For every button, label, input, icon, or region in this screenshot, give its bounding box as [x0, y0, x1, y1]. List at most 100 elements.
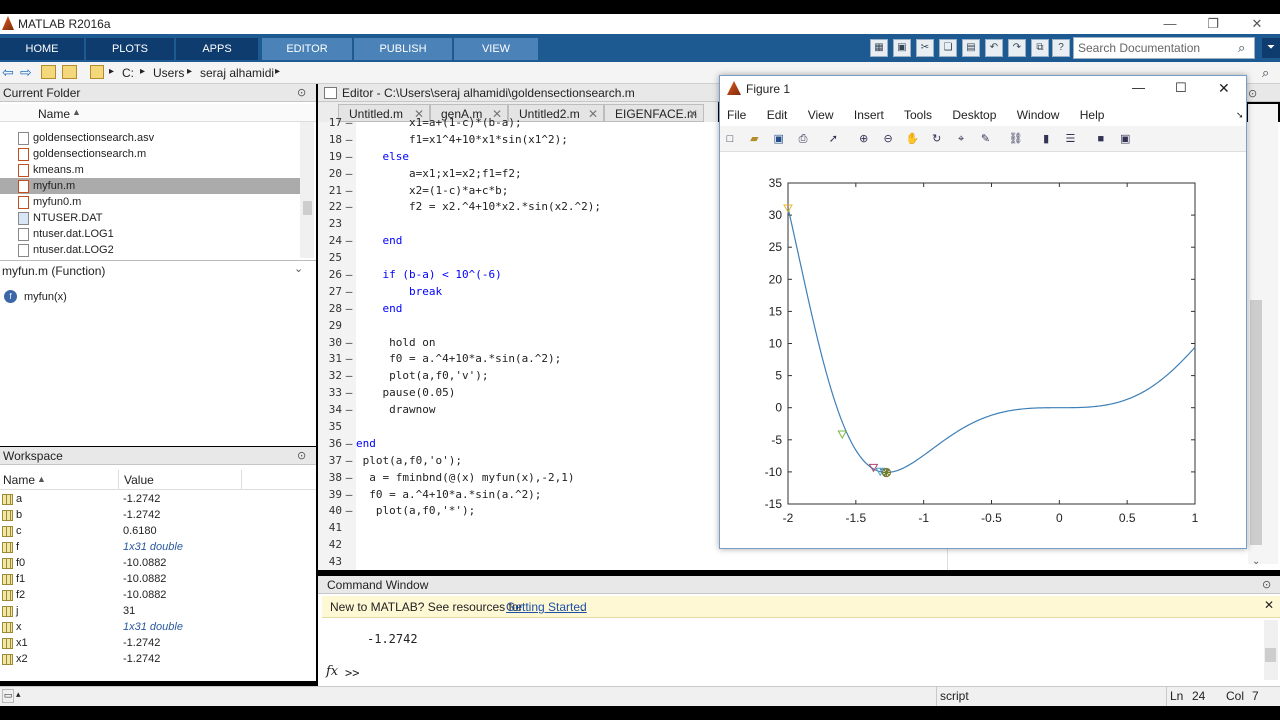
code-line[interactable]: 37– plot(a,f0,'o'); [320, 453, 720, 470]
workspace-row[interactable]: x 1x31 double [0, 619, 300, 635]
browse-folder-icon[interactable] [62, 65, 77, 79]
tab-view[interactable]: VIEW [454, 38, 538, 60]
workspace-row[interactable]: b -1.2742 [0, 507, 300, 523]
status-icon[interactable]: ▭ [2, 689, 14, 703]
menu-help[interactable]: Help [1080, 108, 1105, 122]
breakpoint-marker[interactable]: – [342, 470, 356, 487]
new-figure-icon[interactable]: □ [722, 131, 738, 147]
command-scroll-thumb[interactable] [1265, 648, 1276, 662]
workspace-row[interactable]: x2 -1.2742 [0, 651, 300, 667]
dock-icon[interactable]: ➘ [1236, 110, 1244, 121]
file-item[interactable]: goldensectionsearch.asv [0, 130, 300, 146]
breakpoint-marker[interactable]: – [342, 385, 356, 402]
show-tools-icon[interactable]: ▣ [1117, 131, 1133, 147]
search-icon[interactable]: ⌕ [1238, 40, 1245, 56]
code-line[interactable]: 27– break [320, 284, 720, 301]
breakpoint-marker[interactable]: – [342, 149, 356, 166]
code-line[interactable]: 32– plot(a,f0,'v'); [320, 368, 720, 385]
maximize-icon[interactable]: ❐ [1198, 14, 1228, 34]
file-item-selected[interactable]: myfun.m [0, 178, 300, 194]
getting-started-link[interactable]: Getting Started [506, 600, 587, 614]
switch-windows-icon[interactable]: ⧉ [1031, 39, 1049, 57]
breakpoint-marker[interactable]: – [342, 267, 356, 284]
workspace-row[interactable]: f0 -10.0882 [0, 555, 300, 571]
tab-apps[interactable]: APPS [176, 38, 258, 60]
code-line[interactable]: 22– f2 = x2.^4+10*x2.*sin(x2.^2); [320, 199, 720, 216]
code-line[interactable]: 38– a = fminbnd(@(x) myfun(x),-2,1) [320, 470, 720, 487]
breakpoint-marker[interactable]: – [342, 132, 356, 149]
breadcrumb-users[interactable]: Users [153, 66, 184, 80]
menu-file[interactable]: File [727, 108, 746, 122]
breakpoint-marker[interactable]: – [342, 183, 356, 200]
file-item[interactable]: goldensectionsearch.m [0, 146, 300, 162]
code-line[interactable]: 33– pause(0.05) [320, 385, 720, 402]
workspace-row[interactable]: c 0.6180 [0, 523, 300, 539]
code-line[interactable]: 21– x2=(1-c)*a+c*b; [320, 183, 720, 200]
tab-editor[interactable]: EDITOR [262, 38, 352, 60]
workspace-row[interactable]: f1 -10.0882 [0, 571, 300, 587]
file-item[interactable]: kmeans.m [0, 162, 300, 178]
file-item[interactable]: myfun0.m [0, 194, 300, 210]
workspace-row[interactable]: f 1x31 double [0, 539, 300, 555]
rotate-icon[interactable]: ↻ [929, 131, 945, 147]
search-input[interactable]: Search Documentation [1073, 37, 1255, 59]
file-item[interactable]: NTUSER.DAT [0, 210, 300, 226]
code-line[interactable]: 34– drawnow [320, 402, 720, 419]
zoom-in-icon[interactable]: ⊕ [856, 131, 872, 147]
code-line[interactable]: 39– f0 = a.^4+10*a.*sin(a.^2); [320, 487, 720, 504]
paste-icon[interactable]: ▤ [962, 39, 980, 57]
open-icon[interactable]: ▰ [746, 131, 762, 147]
hide-tools-icon[interactable]: ■ [1093, 131, 1109, 147]
breakpoint-marker[interactable]: – [342, 301, 356, 318]
folder-scrollbar[interactable] [300, 122, 314, 258]
select-icon[interactable]: ➚ [825, 131, 841, 147]
code-line[interactable]: 29 [320, 318, 720, 335]
menu-insert[interactable]: Insert [854, 108, 884, 122]
ribbon-collapse-icon[interactable]: ⏷ [1262, 38, 1280, 58]
code-line[interactable]: 24– end [320, 233, 720, 250]
save-icon[interactable]: ▣ [893, 39, 911, 57]
folder-scroll-thumb[interactable] [303, 201, 312, 215]
breakpoint-marker[interactable]: – [342, 402, 356, 419]
ws-name-header[interactable]: Name [3, 473, 35, 487]
code-line[interactable]: 42 [320, 537, 720, 554]
code-line[interactable]: 43 [320, 554, 720, 570]
collapse-icon[interactable]: ⌄ [294, 262, 303, 275]
pan-icon[interactable]: ✋ [904, 131, 920, 147]
code-line[interactable]: 31– f0 = a.^4+10*a.*sin(a.^2); [320, 351, 720, 368]
code-line[interactable]: 41 [320, 520, 720, 537]
breakpoint-marker[interactable]: – [342, 166, 356, 183]
breakpoint-marker[interactable]: – [342, 284, 356, 301]
code-line[interactable]: 40– plot(a,f0,'*'); [320, 503, 720, 520]
up-folder-icon[interactable] [41, 65, 56, 79]
brush-icon[interactable]: ✎ [977, 131, 993, 147]
fx-icon[interactable]: fx [326, 664, 338, 679]
workspace-row[interactable]: a -1.2742 [0, 491, 300, 507]
undo-icon[interactable]: ↶ [985, 39, 1003, 57]
code-line[interactable]: 28– end [320, 301, 720, 318]
tab-home[interactable]: HOME [0, 38, 84, 60]
banner-close-icon[interactable]: ✕ [1264, 598, 1274, 612]
data-cursor-icon[interactable]: ⌖ [953, 131, 969, 147]
menu-edit[interactable]: Edit [767, 108, 788, 122]
breakpoint-marker[interactable]: – [342, 115, 356, 132]
minimize-icon[interactable]: — [1155, 14, 1185, 34]
code-lines[interactable]: 17– x1=a+(1-c)*(b-a); 18– f1=x1^4+10*x1*s… [320, 115, 720, 570]
close-icon[interactable]: ✕ [1242, 14, 1272, 34]
code-line[interactable]: 23 [320, 216, 720, 233]
cut-icon[interactable]: ✂ [916, 39, 934, 57]
help-icon[interactable]: ? [1052, 39, 1070, 57]
code-line[interactable]: 35 [320, 419, 720, 436]
copy-icon[interactable]: ❏ [939, 39, 957, 57]
breakpoint-marker[interactable]: – [342, 487, 356, 504]
code-line[interactable]: 18– f1=x1^4+10*x1*sin(x1^2); [320, 132, 720, 149]
redo-icon[interactable]: ↷ [1008, 39, 1026, 57]
workspace-row[interactable]: j 31 [0, 603, 300, 619]
file-item[interactable]: ntuser.dat.LOG1 [0, 226, 300, 242]
breakpoint-marker[interactable]: – [342, 199, 356, 216]
breakpoint-marker[interactable]: – [342, 436, 356, 453]
file-item[interactable]: ntuser.dat.LOG2 [0, 242, 300, 258]
ws-value-header[interactable]: Value [124, 473, 154, 487]
tab-plots[interactable]: PLOTS [86, 38, 174, 60]
breakpoint-marker[interactable]: – [342, 233, 356, 250]
